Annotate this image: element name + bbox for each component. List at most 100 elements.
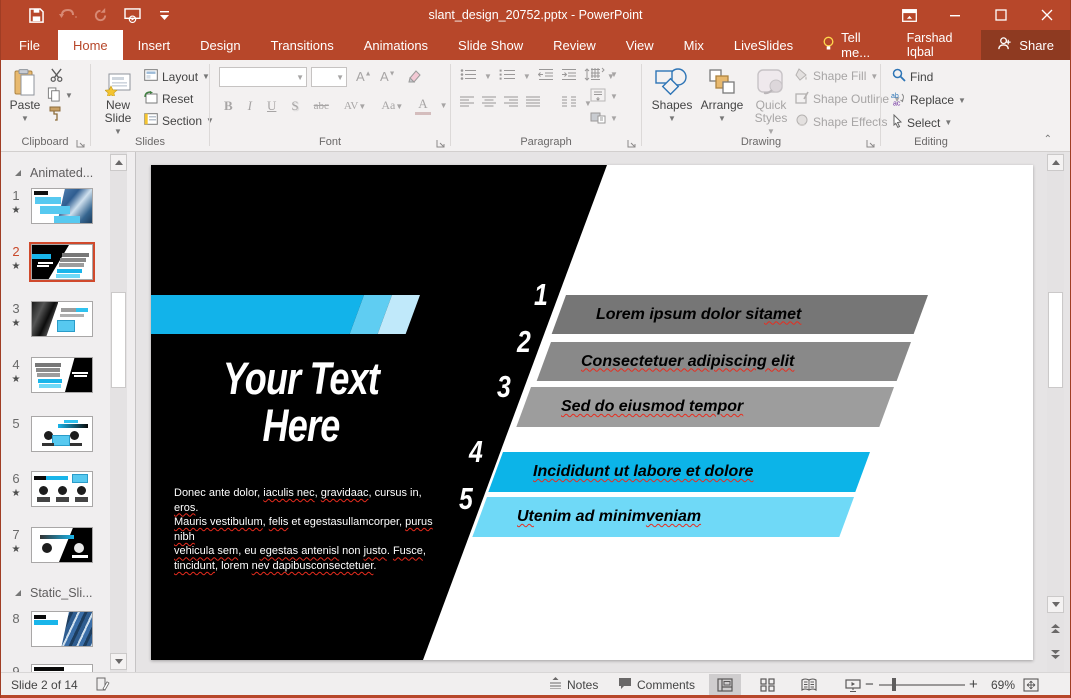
format-painter-icon[interactable] [48, 106, 62, 124]
slide-thumbnail-4[interactable] [31, 357, 93, 393]
close-icon[interactable] [1024, 0, 1070, 30]
tab-file[interactable]: File [1, 30, 58, 60]
font-color-dropdown-arrow[interactable]: ▼ [440, 101, 448, 110]
drawing-dialog-launcher[interactable] [866, 137, 876, 147]
quick-styles-button[interactable]: Quick Styles ▼ [749, 66, 793, 138]
columns-icon[interactable] [562, 96, 576, 111]
reading-view-icon[interactable] [793, 674, 825, 695]
decrease-font-size-button[interactable]: A▼ [377, 69, 399, 84]
slide-title-text[interactable]: Your TextHere [194, 355, 408, 449]
tab-slide-show[interactable]: Slide Show [443, 30, 538, 60]
justify-icon[interactable] [526, 96, 540, 111]
slide-thumbnail-6[interactable] [31, 471, 93, 507]
tab-view[interactable]: View [611, 30, 669, 60]
increase-indent-icon[interactable] [561, 68, 577, 84]
paragraph-dialog-launcher[interactable] [627, 137, 637, 147]
spell-check-icon[interactable] [96, 673, 110, 696]
zoom-level[interactable]: 69% [991, 673, 1015, 696]
slide-thumbnail-8[interactable] [31, 611, 93, 647]
tab-transitions[interactable]: Transitions [256, 30, 349, 60]
slide-indicator[interactable]: Slide 2 of 14 [11, 673, 78, 696]
shapes-button[interactable]: Shapes ▼ [649, 66, 695, 125]
banner-segment[interactable] [151, 295, 364, 334]
bullets-icon[interactable] [460, 68, 477, 84]
collapse-ribbon-icon[interactable]: ⌃ [1044, 134, 1052, 145]
tab-liveslides[interactable]: LiveSlides [719, 30, 808, 60]
slide-thumbnail-1[interactable] [31, 188, 93, 224]
scroll-up-icon[interactable] [1047, 154, 1064, 171]
replace-button[interactable]: abac Replace▼ [890, 91, 966, 109]
italic-button[interactable]: I [245, 98, 255, 114]
numbering-icon[interactable] [499, 68, 516, 84]
find-button[interactable]: Find [892, 68, 933, 85]
slide-thumbnail-2[interactable] [31, 244, 93, 280]
comments-toggle[interactable]: Comments [618, 673, 695, 696]
new-slide-button[interactable]: New Slide ▼ [96, 66, 140, 138]
next-slide-icon[interactable] [1047, 646, 1064, 664]
clipboard-dialog-launcher[interactable] [76, 137, 86, 147]
align-left-icon[interactable] [460, 96, 474, 111]
minimize-icon[interactable] [932, 0, 978, 30]
font-color-button[interactable]: A [415, 96, 430, 115]
copy-dropdown-arrow[interactable]: ▼ [65, 91, 73, 100]
font-dialog-launcher[interactable] [436, 137, 446, 147]
customize-qat-icon[interactable] [155, 6, 173, 24]
thumbnail-section-header[interactable]: Animated... [15, 166, 93, 180]
account-user-name[interactable]: Farshad Iqbal [893, 30, 982, 60]
bold-button[interactable]: B [221, 98, 236, 114]
layout-button[interactable]: Layout▼ [144, 69, 210, 84]
align-text-button[interactable]: ▼ [590, 88, 618, 105]
notes-toggle[interactable]: Notes [549, 673, 598, 696]
slide-thumbnail-3[interactable] [31, 301, 93, 337]
tab-insert[interactable]: Insert [123, 30, 186, 60]
sidebar-scroll-up-icon[interactable] [110, 154, 127, 171]
tab-design[interactable]: Design [185, 30, 255, 60]
share-button[interactable]: Share [981, 30, 1070, 60]
zoom-in-button[interactable]: + [969, 673, 978, 696]
previous-slide-icon[interactable] [1047, 620, 1064, 638]
tab-animations[interactable]: Animations [349, 30, 443, 60]
font-size-combo[interactable]: ▼ [311, 67, 347, 87]
sidebar-scroll-down-icon[interactable] [110, 653, 127, 670]
reset-button[interactable]: Reset [144, 91, 193, 107]
convert-to-smartart-button[interactable]: ▼ [590, 110, 618, 127]
tab-mix[interactable]: Mix [669, 30, 719, 60]
zoom-out-button[interactable]: − [865, 673, 874, 696]
decrease-indent-icon[interactable] [538, 68, 554, 84]
text-direction-button[interactable]: ▼ [590, 66, 618, 83]
list-item-bar-1[interactable]: Lorem ipsum dolor sit amet [552, 295, 928, 334]
shape-fill-button[interactable]: Shape Fill▼ [795, 68, 878, 84]
main-scrollbar[interactable] [1047, 152, 1064, 672]
arrange-button[interactable]: Arrange ▼ [697, 66, 747, 125]
tab-review[interactable]: Review [538, 30, 611, 60]
list-item-bar-4[interactable]: Incididunt ut labore et dolore [488, 452, 870, 492]
redo-icon[interactable] [91, 6, 109, 24]
thumbnail-section-header[interactable]: Static_Sli... [15, 586, 93, 600]
cut-icon[interactable] [49, 68, 64, 85]
select-button[interactable]: Select▼ [892, 114, 952, 131]
text-shadow-button[interactable]: S [288, 98, 301, 114]
list-item-bar-2[interactable]: Consectetuer adipiscing elit [537, 342, 911, 381]
zoom-slider-handle[interactable] [892, 678, 896, 691]
ribbon-display-options-icon[interactable] [886, 0, 932, 30]
sidebar-scrollbar[interactable] [110, 152, 127, 672]
start-from-beginning-icon[interactable] [123, 6, 141, 24]
list-item-bar-3[interactable]: Sed do eiusmod tempor [516, 387, 894, 427]
slide-thumbnail-5[interactable] [31, 416, 93, 452]
slide-thumbnail-7[interactable] [31, 527, 93, 563]
save-icon[interactable] [27, 6, 45, 24]
list-item-bar-5[interactable]: Ut enim ad minim veniam [472, 497, 854, 537]
clear-formatting-icon[interactable] [407, 69, 422, 86]
copy-icon[interactable] [47, 87, 61, 105]
undo-icon[interactable] [59, 6, 77, 24]
scroll-thumb[interactable] [1048, 292, 1063, 388]
section-button[interactable]: Section▼ [144, 113, 214, 128]
fit-slide-to-window-icon[interactable] [1023, 673, 1039, 696]
slide-thumbnail-9[interactable] [31, 664, 93, 672]
align-center-icon[interactable] [482, 96, 496, 111]
font-name-combo[interactable]: ▼ [219, 67, 307, 87]
strikethrough-button[interactable]: abc [311, 100, 332, 112]
underline-button[interactable]: U [264, 98, 279, 114]
scroll-down-icon[interactable] [1047, 596, 1064, 613]
sidebar-scroll-thumb[interactable] [111, 292, 126, 388]
